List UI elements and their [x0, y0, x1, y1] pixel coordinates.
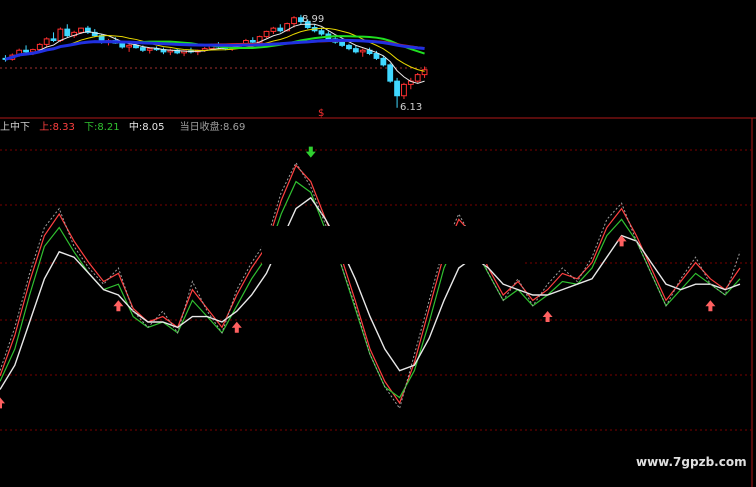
- occlusion-box: [262, 226, 524, 264]
- candle-body: [318, 30, 325, 35]
- low-price-label: 6.13: [400, 102, 422, 113]
- candle-body: [387, 64, 394, 82]
- candle-body: [57, 28, 64, 41]
- candle-body: [23, 49, 29, 53]
- candle-body: [263, 30, 270, 38]
- stock-chart-canvas: 8.99 6.13 $ 上中下 上:8.33 下:8.21 中:8.05 当日收…: [0, 0, 756, 487]
- candle-body: [270, 27, 277, 32]
- candle-body: [359, 49, 366, 53]
- dollar-marker: $: [318, 108, 324, 119]
- candle-body: [401, 83, 407, 97]
- upper-value: 8.33: [53, 122, 75, 133]
- candle-body: [36, 43, 43, 51]
- candle-body: [414, 74, 421, 82]
- high-price-label: 8.99: [302, 14, 324, 25]
- lower-label: 下:: [84, 122, 97, 133]
- candle-body: [64, 28, 71, 37]
- candle-body: [277, 27, 284, 32]
- lower-value: 8.21: [97, 122, 119, 133]
- candle-body: [346, 44, 352, 50]
- candle-body: [126, 44, 133, 48]
- upper-label: 上:: [39, 121, 52, 133]
- candle-body: [119, 42, 126, 48]
- candle-body: [394, 80, 400, 97]
- candle-body: [43, 38, 50, 45]
- candle-body: [291, 17, 297, 25]
- candle-body: [352, 48, 359, 53]
- candle-body: [78, 27, 84, 33]
- watermark: www.7gpzb.com: [636, 455, 747, 469]
- candle-body: [146, 48, 153, 51]
- mid-value: 8.05: [142, 122, 164, 133]
- mid-label: 中:: [129, 120, 142, 133]
- candle-body: [139, 47, 146, 51]
- indicator-title: 上中下: [0, 120, 30, 133]
- close-value: 8.69: [223, 122, 245, 133]
- close-label: 当日收盘:: [180, 120, 223, 133]
- candle-body: [249, 40, 256, 43]
- candle-body: [50, 38, 57, 41]
- candle-body: [373, 53, 380, 59]
- candle-body: [339, 41, 346, 46]
- candle-body: [380, 57, 387, 66]
